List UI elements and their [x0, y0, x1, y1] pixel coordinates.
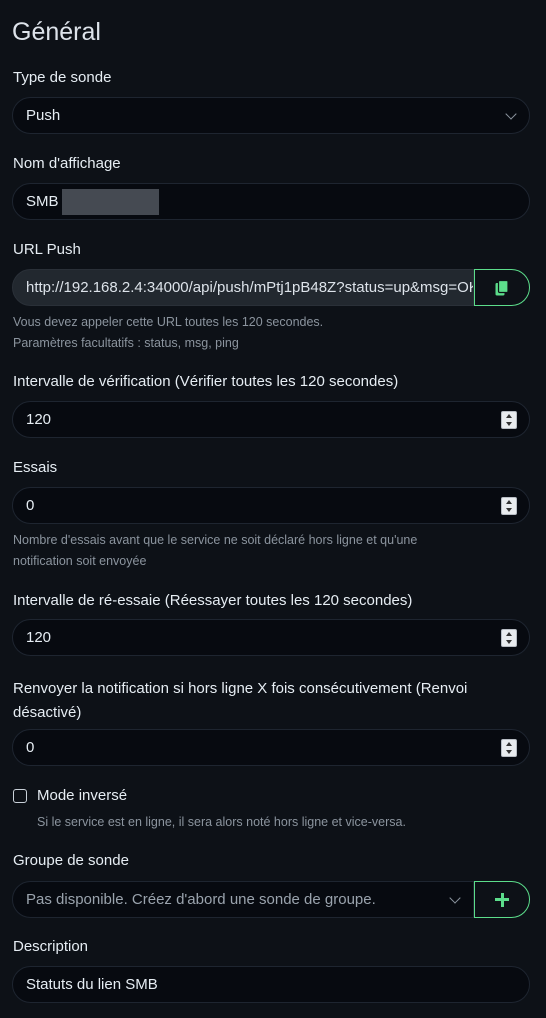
number-spinner-icon[interactable]: [501, 411, 517, 429]
copy-icon: [495, 279, 509, 295]
resend-label-line1: Renvoyer la notification si hors ligne X…: [13, 680, 468, 697]
monitor-group-label: Groupe de sonde: [13, 852, 129, 869]
monitor-type-value: Push: [26, 107, 61, 124]
retry-interval-label: Intervalle de ré-essaie (Réessayer toute…: [13, 592, 413, 609]
resend-value: 0: [26, 739, 35, 756]
upside-down-checkbox[interactable]: [13, 789, 27, 803]
upside-down-help: Si le service est en ligne, il sera alor…: [37, 815, 406, 829]
retry-interval-value: 120: [26, 629, 52, 646]
monitor-group-select[interactable]: Pas disponible. Créez d'abord une sonde …: [12, 881, 474, 918]
copy-url-button[interactable]: [474, 269, 530, 306]
interval-input[interactable]: 120: [12, 401, 530, 438]
interval-value: 120: [26, 411, 52, 428]
friendly-name-label: Nom d'affichage: [13, 155, 121, 172]
description-input[interactable]: Statuts du lien SMB: [12, 966, 530, 1003]
resend-label-line2: désactivé): [13, 704, 82, 721]
description-value: Statuts du lien SMB: [26, 976, 158, 993]
push-url-help: Vous devez appeler cette URL toutes les …: [13, 312, 323, 354]
push-url-label: URL Push: [13, 241, 81, 258]
monitor-type-select[interactable]: Push: [12, 97, 530, 134]
retries-help: Nombre d'essais avant que le service ne …: [13, 530, 417, 572]
retries-help-line2: notification soit envoyée: [13, 554, 147, 568]
retries-value: 0: [26, 497, 35, 514]
description-label: Description: [13, 938, 89, 955]
resend-label: Renvoyer la notification si hors ligne X…: [13, 677, 467, 725]
interval-label: Intervalle de vérification (Vérifier tou…: [13, 373, 399, 390]
retry-interval-input[interactable]: 120: [12, 619, 530, 656]
monitor-group-value: Pas disponible. Créez d'abord une sonde …: [26, 891, 376, 908]
friendly-name-input[interactable]: SMB: [12, 183, 530, 220]
general-settings-panel: Général Type de sonde Push Nom d'afficha…: [0, 0, 546, 1018]
push-url-help-line1: Vous devez appeler cette URL toutes les …: [13, 315, 324, 329]
push-url-value: http://192.168.2.4:34000/api/push/mPtj1p…: [26, 279, 473, 296]
resend-input[interactable]: 0: [12, 729, 530, 766]
redacted-block: [61, 188, 159, 215]
push-url-help-line2: Paramètres facultatifs : status, msg, pi…: [13, 336, 239, 350]
number-spinner-icon[interactable]: [501, 739, 517, 757]
retries-input[interactable]: 0: [12, 487, 530, 524]
number-spinner-icon[interactable]: [501, 497, 517, 515]
monitor-type-label: Type de sonde: [13, 69, 112, 86]
retries-help-line1: Nombre d'essais avant que le service ne …: [13, 533, 418, 547]
plus-icon: [495, 892, 509, 907]
section-title: Général: [12, 18, 101, 46]
add-group-button[interactable]: [474, 881, 530, 918]
retries-label: Essais: [13, 459, 58, 476]
push-url-input[interactable]: http://192.168.2.4:34000/api/push/mPtj1p…: [12, 269, 474, 306]
upside-down-label: Mode inversé: [37, 787, 128, 804]
friendly-name-value: SMB: [26, 193, 59, 210]
chevron-down-icon: [449, 892, 461, 904]
number-spinner-icon[interactable]: [501, 629, 517, 647]
chevron-down-icon: [505, 108, 517, 120]
